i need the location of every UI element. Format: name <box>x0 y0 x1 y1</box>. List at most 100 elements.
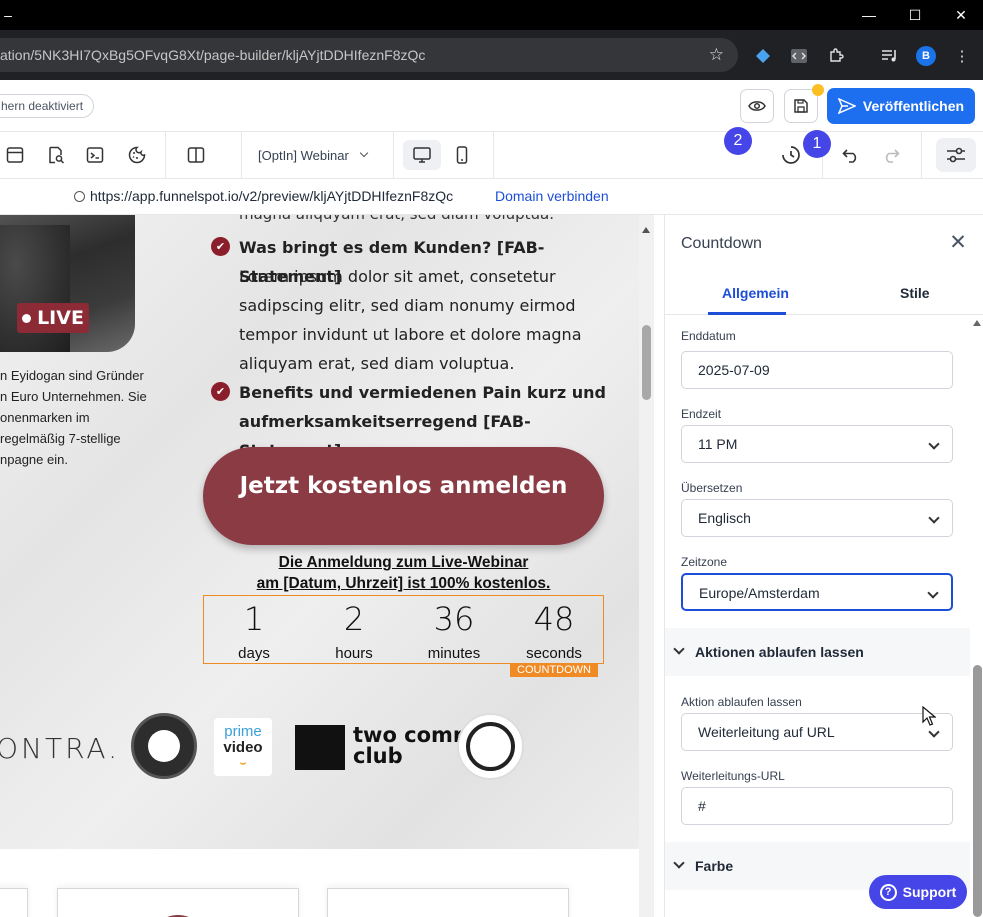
feature-card[interactable] <box>0 888 28 917</box>
url-omnibox[interactable]: ation/5NK3HI7QxBg5OFvqG8Xt/page-builder/… <box>0 38 738 72</box>
close-icon[interactable]: ✕ <box>945 229 971 255</box>
countdown-label: hours <box>335 645 373 662</box>
panel-scrollbar[interactable] <box>971 315 983 917</box>
layout-icon[interactable] <box>4 144 26 166</box>
settings-toggle-button[interactable] <box>936 138 976 172</box>
tab-allgemein[interactable]: Allgemein <box>722 285 789 301</box>
countdown-element-tag[interactable]: COUNTDOWN <box>510 663 598 677</box>
support-button[interactable]: ? Support <box>869 875 967 909</box>
sliders-icon <box>947 147 965 163</box>
browser-menu-icon[interactable]: ⋮ <box>951 45 973 67</box>
bullet-body-line: tempor invidunt ut labore et dolore magn… <box>239 325 582 344</box>
chevron-down-icon <box>673 643 685 655</box>
media-queue-icon[interactable] <box>879 45 901 67</box>
bio-line: n Eyidogan sind Gründer <box>0 368 144 383</box>
publish-button[interactable]: Veröffentlichen <box>827 88 975 124</box>
minimize-button[interactable]: — <box>847 0 891 30</box>
section-aktionen-header[interactable]: Aktionen ablaufen lassen <box>665 628 970 676</box>
enddatum-label: Enddatum <box>681 329 736 343</box>
feature-card[interactable] <box>327 888 569 917</box>
code-terminal-icon[interactable] <box>84 144 106 166</box>
logo-ontra: ONTRA. <box>0 732 120 765</box>
bullet-cut-line: magna aliquyam erat, sed diam voluptua. <box>239 215 554 223</box>
columns-icon[interactable] <box>185 144 207 166</box>
unsaved-indicator-dot <box>812 84 824 96</box>
mouse-cursor-icon <box>922 705 937 731</box>
section-aktionen-title: Aktionen ablaufen lassen <box>695 644 864 660</box>
profile-avatar[interactable]: B <box>916 46 936 66</box>
endzeit-select[interactable]: 11 PM <box>681 425 953 463</box>
connect-domain-link[interactable]: Domain verbinden <box>495 188 609 204</box>
tab-stile[interactable]: Stile <box>900 285 930 301</box>
device-mobile-button[interactable] <box>447 140 477 170</box>
zeitzone-select[interactable]: Europe/Amsterdam <box>681 573 953 611</box>
publish-label: Veröffentlichen <box>862 98 965 114</box>
globe-icon <box>74 191 85 202</box>
cookie-icon[interactable] <box>126 144 148 166</box>
bullet-body-line: sadipscing elitr, sed diam nonumy eirmod <box>239 296 576 315</box>
registration-notice[interactable]: Die Anmeldung zum Live-Webinar am [Datum… <box>203 552 604 594</box>
feature-card[interactable] <box>57 888 299 917</box>
countdown-value: 2 <box>343 600 365 638</box>
preview-url-wrap: https://app.funnelspot.io/v2/preview/klj… <box>74 188 453 204</box>
countdown-label: days <box>238 645 270 662</box>
page-select-value: [OptIn] Webinar <box>258 147 349 163</box>
device-desktop-button[interactable] <box>403 140 441 170</box>
page-canvas: LIVE n Eyidogan sind Gründer n Euro Unte… <box>0 215 639 917</box>
partner-logos[interactable]: ONTRA. prime video ⌣ two comma club <box>0 710 639 790</box>
page-select-dropdown[interactable]: [OptIn] Webinar <box>258 132 378 178</box>
check-circle-icon: ✔ <box>211 237 230 256</box>
desktop-icon <box>413 147 431 163</box>
bookmark-star-icon[interactable]: ☆ <box>709 38 724 72</box>
endzeit-label: Endzeit <box>681 407 722 421</box>
aktion-select[interactable]: Weiterleitung auf URL <box>681 713 953 751</box>
panel-scroll-thumb[interactable] <box>973 665 982 917</box>
tour-step-badge-2[interactable]: 2 <box>724 127 752 155</box>
mobile-icon <box>456 146 468 164</box>
chevron-down-icon <box>928 438 940 450</box>
preview-button[interactable] <box>740 89 774 123</box>
builder-header: hern deaktiviert Veröffentlichen <box>0 80 983 132</box>
maximize-button[interactable]: ☐ <box>893 0 937 30</box>
uebersetzen-label: Übersetzen <box>681 481 743 495</box>
scroll-up-arrow[interactable] <box>973 320 981 326</box>
canvas-scrollbar[interactable] <box>639 215 654 917</box>
extension-code-icon[interactable] <box>788 45 810 67</box>
canvas-scroll-thumb[interactable] <box>642 325 651 400</box>
panel-tabs: Allgemein Stile <box>665 275 983 315</box>
redo-icon[interactable] <box>880 144 902 166</box>
countdown-element[interactable]: 1 days 2 hours 36 minutes 48 seconds <box>203 595 604 664</box>
uebersetzen-value: Englisch <box>698 510 751 526</box>
countdown-value: 48 <box>533 600 575 638</box>
browser-title-bar: – — ☐ ✕ <box>0 0 983 30</box>
close-window-button[interactable]: ✕ <box>939 0 983 30</box>
aktion-label: Aktion ablaufen lassen <box>681 695 802 709</box>
countdown-days: 1 days <box>204 596 304 665</box>
weiterleitungs-url-input[interactable]: # <box>681 787 953 825</box>
page-search-icon[interactable] <box>45 144 67 166</box>
history-icon[interactable] <box>780 144 802 166</box>
undo-icon[interactable] <box>840 144 862 166</box>
preview-url-text[interactable]: https://app.funnelspot.io/v2/preview/klj… <box>90 188 453 204</box>
scroll-up-arrow[interactable] <box>642 227 650 233</box>
countdown-hours: 2 hours <box>304 596 404 665</box>
tour-step-badge-1[interactable]: 1 <box>803 130 831 158</box>
bio-line: npagne ein. <box>0 452 68 467</box>
register-cta-button[interactable]: Jetzt kostenlos anmelden <box>203 447 604 545</box>
live-label: LIVE <box>37 307 84 329</box>
live-dot-icon <box>22 313 32 323</box>
window-menu-fragment: – <box>4 7 12 23</box>
extension-diamond-icon[interactable] <box>752 45 774 67</box>
endzeit-value: 11 PM <box>698 436 738 452</box>
chevron-down-icon <box>359 148 369 158</box>
chevron-down-icon <box>673 857 685 869</box>
seal-center <box>148 730 180 762</box>
extensions-puzzle-icon[interactable] <box>825 45 847 67</box>
speaker-photo[interactable]: LIVE <box>0 215 135 352</box>
toolbar-divider <box>493 132 494 178</box>
bio-line: regelmäßig 7-stellige <box>0 431 121 446</box>
toolbar-divider <box>241 132 242 178</box>
speaker-bio[interactable]: n Eyidogan sind Gründer n Euro Unternehm… <box>0 365 160 470</box>
uebersetzen-select[interactable]: Englisch <box>681 499 953 537</box>
enddatum-input[interactable]: 2025-07-09 <box>681 351 953 389</box>
